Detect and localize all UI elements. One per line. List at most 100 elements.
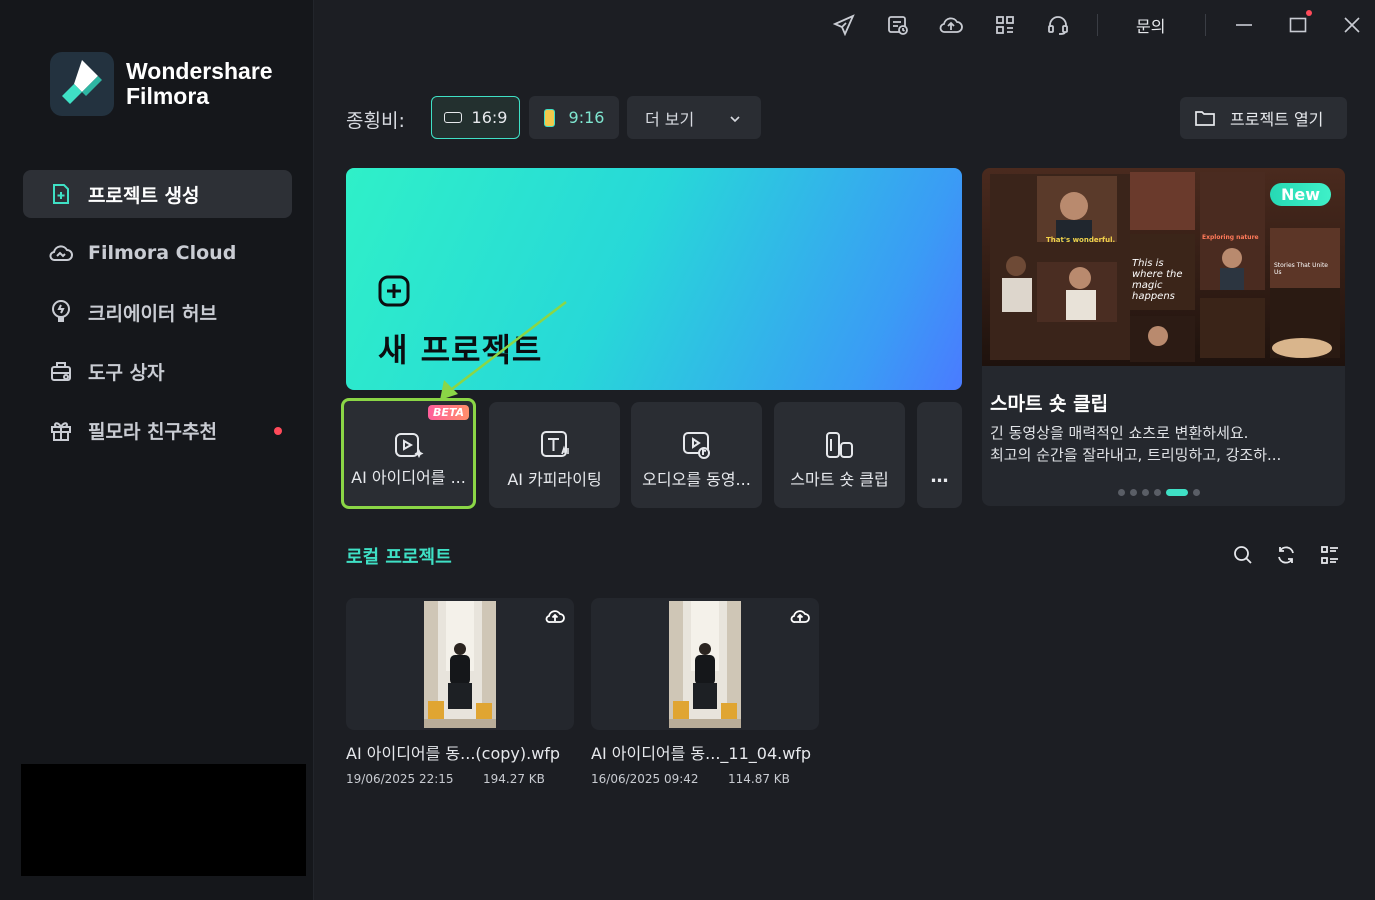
tool-more-button[interactable]: … — [917, 402, 962, 508]
open-project-button[interactable]: 프로젝트 열기 — [1180, 97, 1347, 139]
cloud-upload-icon[interactable] — [544, 606, 566, 628]
inquiry-button[interactable]: 문의 — [1136, 13, 1165, 37]
send-icon[interactable] — [831, 12, 857, 38]
apps-grid-icon[interactable] — [992, 12, 1018, 38]
aspect-9-16-label: 9:16 — [568, 108, 605, 127]
sidebar-item-filmora-cloud[interactable]: Filmora Cloud — [23, 229, 292, 277]
promo-desc-line1: 긴 동영상을 매력적인 쇼츠로 변환하세요. — [990, 424, 1249, 442]
promo-title: 스마트 숏 클립 — [990, 393, 1109, 415]
thumb-caption: Stories That Unite Us — [1274, 262, 1328, 276]
project-card[interactable]: AI 아이디어를 동..._11_04.wfp 16/06/2025 09:42… — [591, 598, 819, 786]
aspect-ratio-label: 종횡비: — [346, 110, 405, 132]
smart-short-clip-icon — [823, 428, 857, 466]
cloud-upload-icon[interactable] — [789, 606, 811, 628]
brand-line2: Filmora — [126, 83, 210, 109]
filmora-logo-icon — [50, 52, 114, 116]
aspect-9-16-button[interactable]: 9:16 — [529, 96, 619, 139]
landscape-icon — [443, 112, 462, 123]
sidebar-item-creator-hub[interactable]: 크리에이터 허브 — [23, 288, 292, 336]
search-icon[interactable] — [1231, 543, 1255, 567]
tool-audio-to-video[interactable]: 오디오를 동영... — [631, 402, 762, 508]
project-card[interactable]: AI 아이디어를 동...(copy).wfp 19/06/2025 22:15… — [346, 598, 574, 786]
carousel-dot[interactable] — [1154, 489, 1161, 496]
thumb-caption: Exploring nature — [1202, 234, 1259, 241]
portrait-icon — [543, 108, 555, 127]
tool-ai-copywriting[interactable]: AI 카피라이팅 — [489, 402, 620, 508]
separator — [1097, 14, 1098, 36]
update-dot — [1306, 10, 1312, 16]
sidebar-item-label: 도구 상자 — [88, 361, 165, 384]
project-name: AI 아이디어를 동..._11_04.wfp — [591, 744, 812, 763]
sidebar-item-label: 크리에이터 허브 — [88, 302, 217, 325]
project-size: 194.27 KB — [483, 772, 545, 786]
project-date: 16/06/2025 09:42 — [591, 772, 699, 786]
carousel-dots — [1118, 489, 1200, 496]
project-thumbnail-image — [669, 601, 741, 728]
more-ratios-dropdown[interactable]: 더 보기 — [627, 96, 761, 139]
title-bar: 문의 — [314, 0, 1375, 50]
tool-ai-idea-to-video[interactable]: BETA AI 아이디어를 ... — [341, 398, 476, 509]
gift-icon — [48, 417, 74, 443]
cloud-upload-icon[interactable] — [938, 12, 964, 38]
folder-icon — [1194, 109, 1216, 127]
tool-label: 스마트 숏 클립 — [790, 470, 889, 489]
project-meta: 19/06/2025 22:15 194.27 KB — [346, 772, 574, 786]
tool-smart-short-clip[interactable]: 스마트 숏 클립 — [774, 402, 905, 508]
new-project-title: 새 프로젝트 — [378, 331, 543, 369]
sidebar-item-create-project[interactable]: 프로젝트 생성 — [23, 170, 292, 218]
carousel-dot-active[interactable] — [1166, 489, 1188, 496]
chevron-down-icon — [729, 110, 741, 129]
new-project-card[interactable]: 새 프로젝트 — [346, 168, 962, 390]
open-project-label: 프로젝트 열기 — [1230, 110, 1324, 129]
carousel-dot[interactable] — [1142, 489, 1149, 496]
sidebar-item-referral[interactable]: 필모라 친구추천 — [23, 406, 292, 454]
sidebar-item-label: Filmora Cloud — [88, 242, 237, 264]
audio-to-video-icon — [680, 428, 714, 466]
tasks-icon[interactable] — [885, 12, 911, 38]
project-thumbnail-image — [424, 601, 496, 728]
maximize-icon[interactable] — [1285, 12, 1311, 38]
thumb-caption: That's wonderful. — [1046, 236, 1116, 244]
sidebar-item-label: 필모라 친구추천 — [88, 420, 217, 443]
project-date: 19/06/2025 22:15 — [346, 772, 454, 786]
project-thumbnail — [591, 598, 819, 730]
tool-label: 오디오를 동영... — [642, 470, 751, 489]
carousel-dot[interactable] — [1118, 489, 1125, 496]
refresh-icon[interactable] — [1274, 543, 1298, 567]
project-size: 114.87 KB — [728, 772, 790, 786]
app-logo: Wondershare Filmora — [50, 52, 273, 116]
new-badge: New — [1270, 183, 1332, 206]
new-project-icon — [48, 181, 74, 207]
tool-label: AI 아이디어를 ... — [351, 468, 466, 487]
project-name: AI 아이디어를 동...(copy).wfp — [346, 744, 561, 763]
more-icon: … — [930, 465, 949, 487]
sidebar-nav: 프로젝트 생성 Filmora Cloud 크리에이터 허브 도구 상자 필모라… — [23, 170, 292, 465]
minimize-icon[interactable] — [1231, 12, 1257, 38]
separator — [1205, 14, 1206, 36]
list-view-icon[interactable] — [1318, 543, 1342, 567]
carousel-dot[interactable] — [1193, 489, 1200, 496]
thumb-caption: This is where the magic happens — [1132, 258, 1183, 302]
project-thumbnail — [346, 598, 574, 730]
lightbulb-icon — [48, 299, 74, 325]
notification-dot — [274, 427, 282, 435]
promo-desc-line2: 최고의 순간을 잘라내고, 트리밍하고, 강조하... — [990, 446, 1282, 464]
beta-badge: BETA — [427, 405, 469, 420]
sidebar-item-toolbox[interactable]: 도구 상자 — [23, 347, 292, 395]
sidebar-item-label: 프로젝트 생성 — [88, 184, 200, 207]
aspect-16-9-button[interactable]: 16:9 — [431, 96, 520, 139]
toolbox-icon — [48, 358, 74, 384]
carousel-dot[interactable] — [1130, 489, 1137, 496]
cloud-icon — [48, 240, 74, 266]
close-icon[interactable] — [1339, 12, 1365, 38]
promo-card-smart-short-clip[interactable]: That's wonderful. This is where the magi… — [982, 168, 1345, 506]
tool-label: AI 카피라이팅 — [507, 470, 602, 489]
brand-line1: Wondershare — [126, 58, 273, 84]
ai-text-icon — [538, 428, 572, 466]
headset-icon[interactable] — [1045, 12, 1071, 38]
promo-placeholder — [21, 764, 306, 876]
aspect-16-9-label: 16:9 — [471, 108, 508, 127]
local-projects-title: 로컬 프로젝트 — [346, 547, 452, 568]
plus-square-icon — [378, 275, 410, 307]
promo-description: 긴 동영상을 매력적인 쇼츠로 변환하세요. 최고의 순간을 잘라내고, 트리밍… — [990, 422, 1336, 466]
